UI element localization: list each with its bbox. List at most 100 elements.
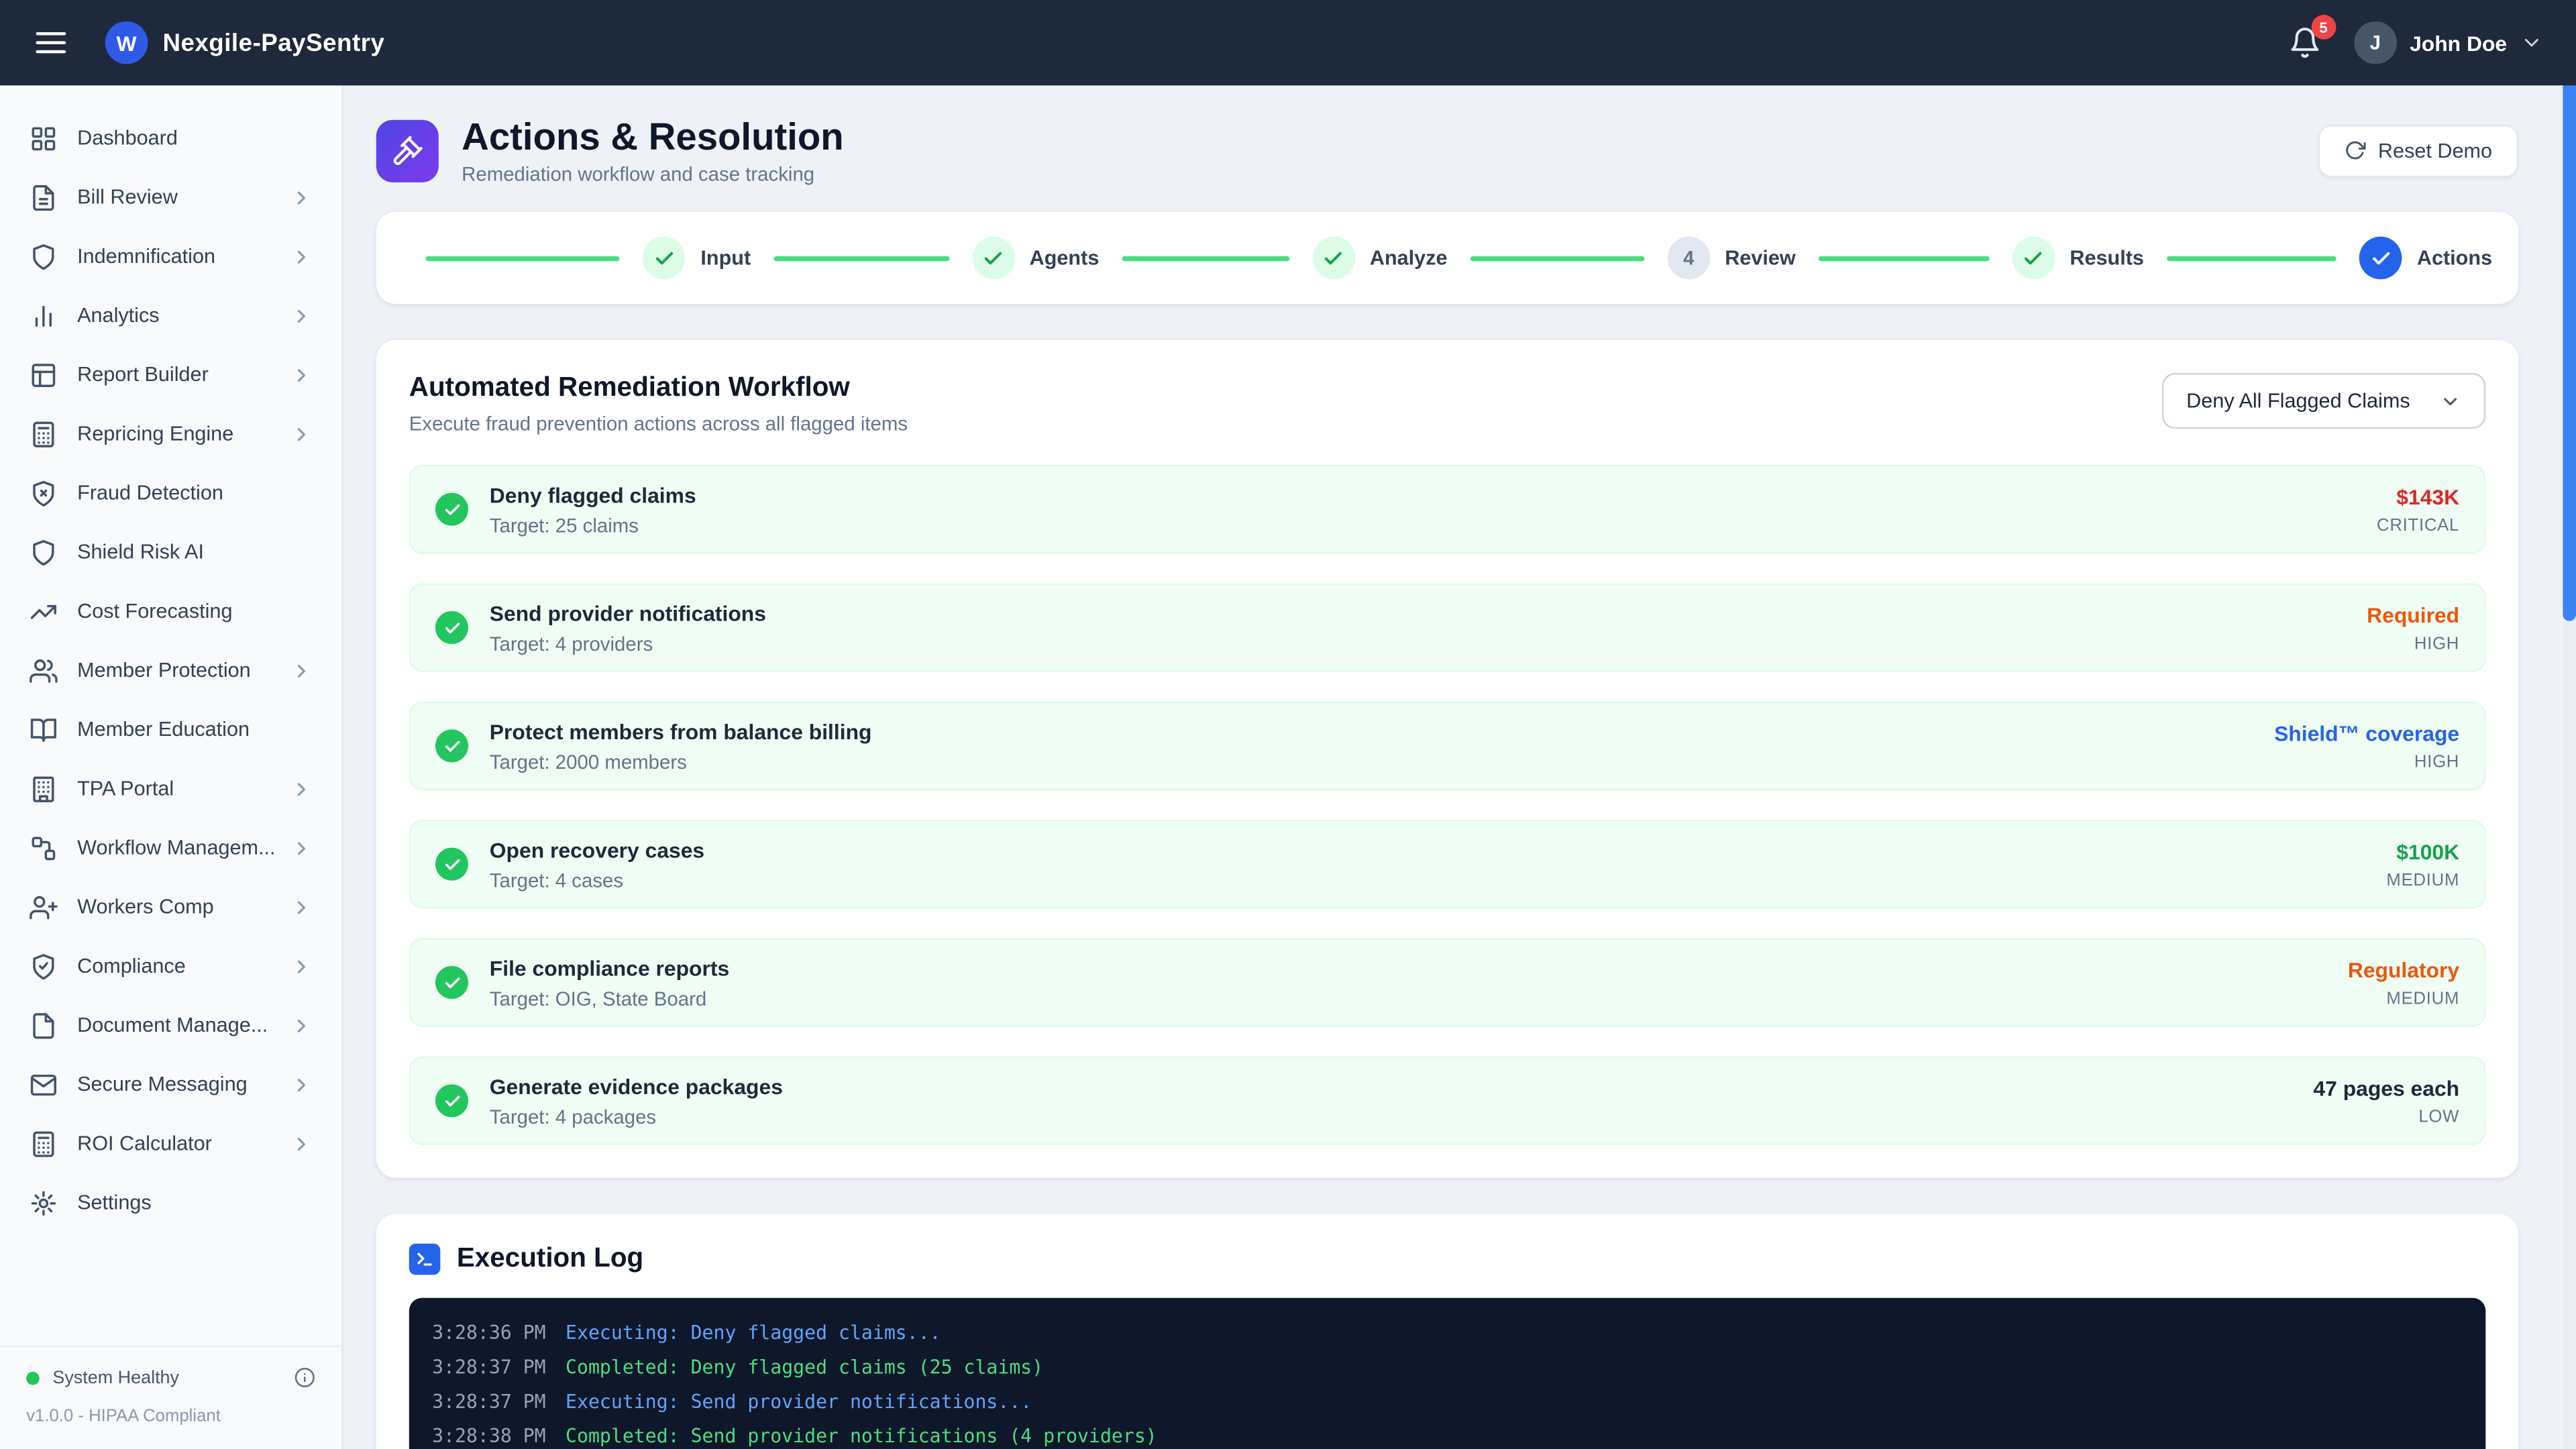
log-timestamp: 3:28:37 PM <box>432 1390 546 1414</box>
log-entry: 3:28:37 PM Executing: Send provider noti… <box>432 1386 2463 1420</box>
action-row: Send provider notifications Target: 4 pr… <box>409 584 2486 673</box>
step[interactable]: Results <box>2012 237 2144 280</box>
menu-toggle-button[interactable] <box>33 25 69 61</box>
sidebar-item-label: Workers Comp <box>77 895 214 918</box>
workflow-icon <box>30 834 58 862</box>
check-circle-icon <box>435 730 468 763</box>
action-text: Send provider notifications Target: 4 pr… <box>490 601 766 655</box>
step-connector <box>773 256 949 262</box>
sidebar-item[interactable]: Analytics <box>13 286 329 345</box>
action-target: Target: 4 cases <box>489 869 624 892</box>
step-label: Actions <box>2416 247 2493 270</box>
step[interactable]: Actions <box>2359 237 2492 280</box>
info-icon[interactable] <box>294 1367 315 1389</box>
sidebar-item-label: TPA Portal <box>77 777 174 800</box>
chevron-down-icon <box>2444 398 2457 406</box>
sidebar-item[interactable]: Member Protection <box>13 641 329 700</box>
step-group: Actions <box>2144 237 2492 280</box>
sidebar-item[interactable]: Shield Risk AI <box>13 523 329 582</box>
user-menu[interactable]: J John Doe <box>2353 21 2543 64</box>
log-entry: 3:28:36 PM Executing: Deny flagged claim… <box>432 1317 2463 1351</box>
action-severity: LOW <box>2418 1107 2460 1127</box>
users-plus-icon <box>30 893 58 921</box>
notification-badge: 5 <box>2311 15 2336 40</box>
chevron-right-icon <box>290 305 312 326</box>
action-meta: Regulatory MEDIUM <box>2348 958 2459 1009</box>
log-message: Completed: Send provider notifications (… <box>566 1425 1157 1448</box>
action-severity: MEDIUM <box>2386 870 2460 891</box>
sidebar-item[interactable]: Report Builder <box>13 345 329 404</box>
bill-review-icon <box>30 183 58 211</box>
sidebar-item-label: Member Protection <box>77 659 251 682</box>
sidebar-item[interactable]: ROI Calculator <box>13 1114 329 1173</box>
action-meta: 47 pages each LOW <box>2313 1076 2459 1127</box>
sidebar-item[interactable]: Cost Forecasting <box>13 582 329 641</box>
sidebar-item-label: Dashboard <box>77 126 178 150</box>
chevron-right-icon <box>290 1014 312 1036</box>
action-title: Deny flagged claims <box>489 482 696 508</box>
step-connector <box>1122 256 1289 262</box>
sidebar-item[interactable]: Member Education <box>13 700 329 759</box>
step-label: Input <box>700 247 751 270</box>
log-message: Completed: Deny flagged claims (25 claim… <box>566 1356 1044 1379</box>
check-icon <box>2025 252 2043 265</box>
action-text: Open recovery cases Target: 4 cases <box>490 838 704 892</box>
notifications-button[interactable]: 5 <box>2288 15 2336 59</box>
action-select-dropdown[interactable]: Deny All Flagged Claims <box>2161 373 2486 430</box>
sidebar-item[interactable]: Fraud Detection <box>13 464 329 523</box>
log-entry: 3:28:37 PM Completed: Deny flagged claim… <box>432 1351 2463 1385</box>
step-status-circle <box>971 237 1015 280</box>
sidebar-item[interactable]: Compliance <box>13 936 329 996</box>
sidebar-item-label: Fraud Detection <box>77 481 223 504</box>
step-connector <box>2167 256 2337 262</box>
action-value: $143K <box>2396 484 2460 510</box>
sidebar-item-label: Repricing Engine <box>77 422 234 445</box>
sidebar: Dashboard Bill Review Indemnification An… <box>0 85 343 1449</box>
sidebar-item[interactable]: Repricing Engine <box>13 404 329 463</box>
sidebar-item[interactable]: Settings <box>13 1173 329 1232</box>
sidebar-item-label: Shield Risk AI <box>77 540 204 564</box>
step[interactable]: Analyze <box>1312 237 1448 280</box>
action-meta: Shield™ coverage HIGH <box>2274 721 2459 772</box>
action-row: Deny flagged claims Target: 25 claims $1… <box>409 466 2486 555</box>
system-health: System Healthy <box>26 1367 315 1389</box>
step[interactable]: Input <box>643 237 751 280</box>
action-value: Shield™ coverage <box>2274 720 2460 746</box>
step-status-circle <box>1312 237 1355 280</box>
log-message: Executing: Send provider notifications..… <box>566 1390 1032 1414</box>
sidebar-item[interactable]: Secure Messaging <box>13 1055 329 1114</box>
check-icon <box>985 252 1002 265</box>
sidebar-item-label: Member Education <box>77 718 250 741</box>
gear-icon <box>30 1189 58 1217</box>
chevron-right-icon <box>290 837 312 859</box>
sidebar-item[interactable]: Dashboard <box>13 109 329 168</box>
sidebar-item[interactable]: Workflow Managem... <box>13 818 329 877</box>
scrollbar-thumb[interactable] <box>2563 68 2576 621</box>
chevron-right-icon <box>290 364 312 385</box>
sidebar-item[interactable]: TPA Portal <box>13 759 329 818</box>
log-timestamp: 3:28:38 PM <box>432 1425 546 1448</box>
sidebar-item[interactable]: Indemnification <box>13 227 329 286</box>
file-icon <box>30 1011 58 1039</box>
main-content: Actions & Resolution Remediation workflo… <box>343 85 2563 1449</box>
reset-demo-button[interactable]: Reset Demo <box>2317 124 2519 177</box>
action-value: $100K <box>2396 839 2460 865</box>
sidebar-item[interactable]: Document Manage... <box>13 996 329 1055</box>
log-timestamp: 3:28:37 PM <box>432 1356 546 1379</box>
step[interactable]: Agents <box>971 237 1099 280</box>
sidebar-item[interactable]: Workers Comp <box>13 877 329 936</box>
check-circle-icon <box>435 848 468 881</box>
page-header-text: Actions & Resolution Remediation workflo… <box>462 115 844 186</box>
chevron-right-icon <box>290 955 312 977</box>
scrollbar-track[interactable] <box>2563 68 2576 1449</box>
reset-demo-label: Reset Demo <box>2377 139 2493 162</box>
step[interactable]: 4 Review <box>1667 237 1796 280</box>
execution-log-title: Execution Log <box>456 1244 644 1275</box>
sidebar-nav: Dashboard Bill Review Indemnification An… <box>0 85 341 1345</box>
action-severity: MEDIUM <box>2386 989 2460 1009</box>
workflow-subtitle: Execute fraud prevention actions across … <box>409 413 908 437</box>
sidebar-item[interactable]: Bill Review <box>13 168 329 227</box>
gavel-icon <box>376 119 439 182</box>
page-title: Actions & Resolution <box>462 115 844 158</box>
app-logo: W <box>105 21 148 64</box>
